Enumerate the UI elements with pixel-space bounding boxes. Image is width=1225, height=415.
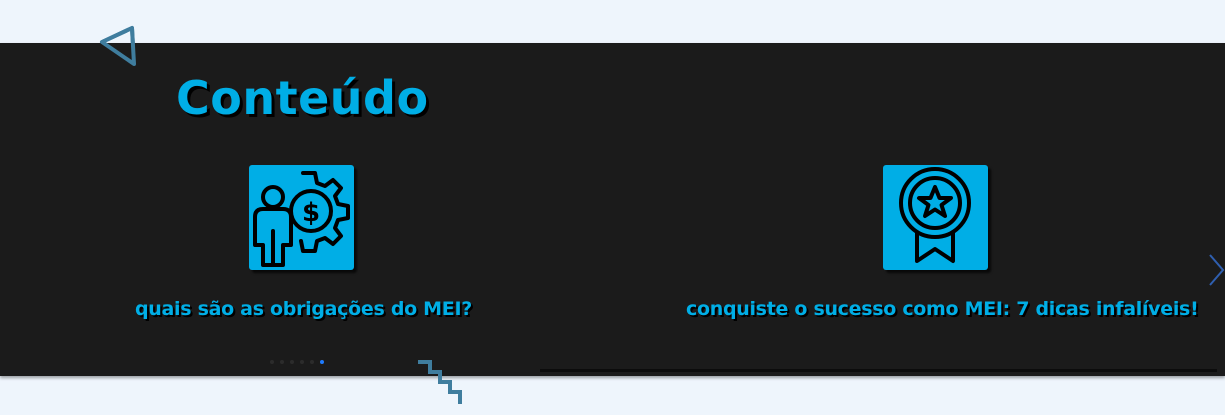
svg-text:$: $ <box>302 198 320 228</box>
award-badge-icon <box>899 167 971 263</box>
pagination-dot[interactable] <box>280 360 284 364</box>
person-gear-dollar-icon: $ <box>253 171 350 267</box>
triangle-decoration-overlay-icon <box>100 26 136 66</box>
card-1-title-link[interactable]: quais são as obrigações do MEI? <box>135 296 472 322</box>
carousel-pagination <box>270 358 324 366</box>
pagination-dot-active[interactable] <box>320 360 324 364</box>
pagination-dot[interactable] <box>310 360 314 364</box>
pagination-dot[interactable] <box>290 360 294 364</box>
card-2-icon-tile[interactable] <box>883 165 988 270</box>
card-1-icon-tile[interactable]: $ <box>249 165 354 270</box>
section-title: Conteúdo <box>176 71 429 125</box>
stairs-decoration-icon <box>418 360 462 404</box>
card-2-title-link[interactable]: conquiste o sucesso como MEI: 7 dicas in… <box>686 296 1199 322</box>
chevron-right-icon[interactable] <box>1207 253 1225 287</box>
carousel-progress-track <box>540 369 1217 372</box>
pagination-dot[interactable] <box>270 360 274 364</box>
pagination-dot[interactable] <box>300 360 304 364</box>
